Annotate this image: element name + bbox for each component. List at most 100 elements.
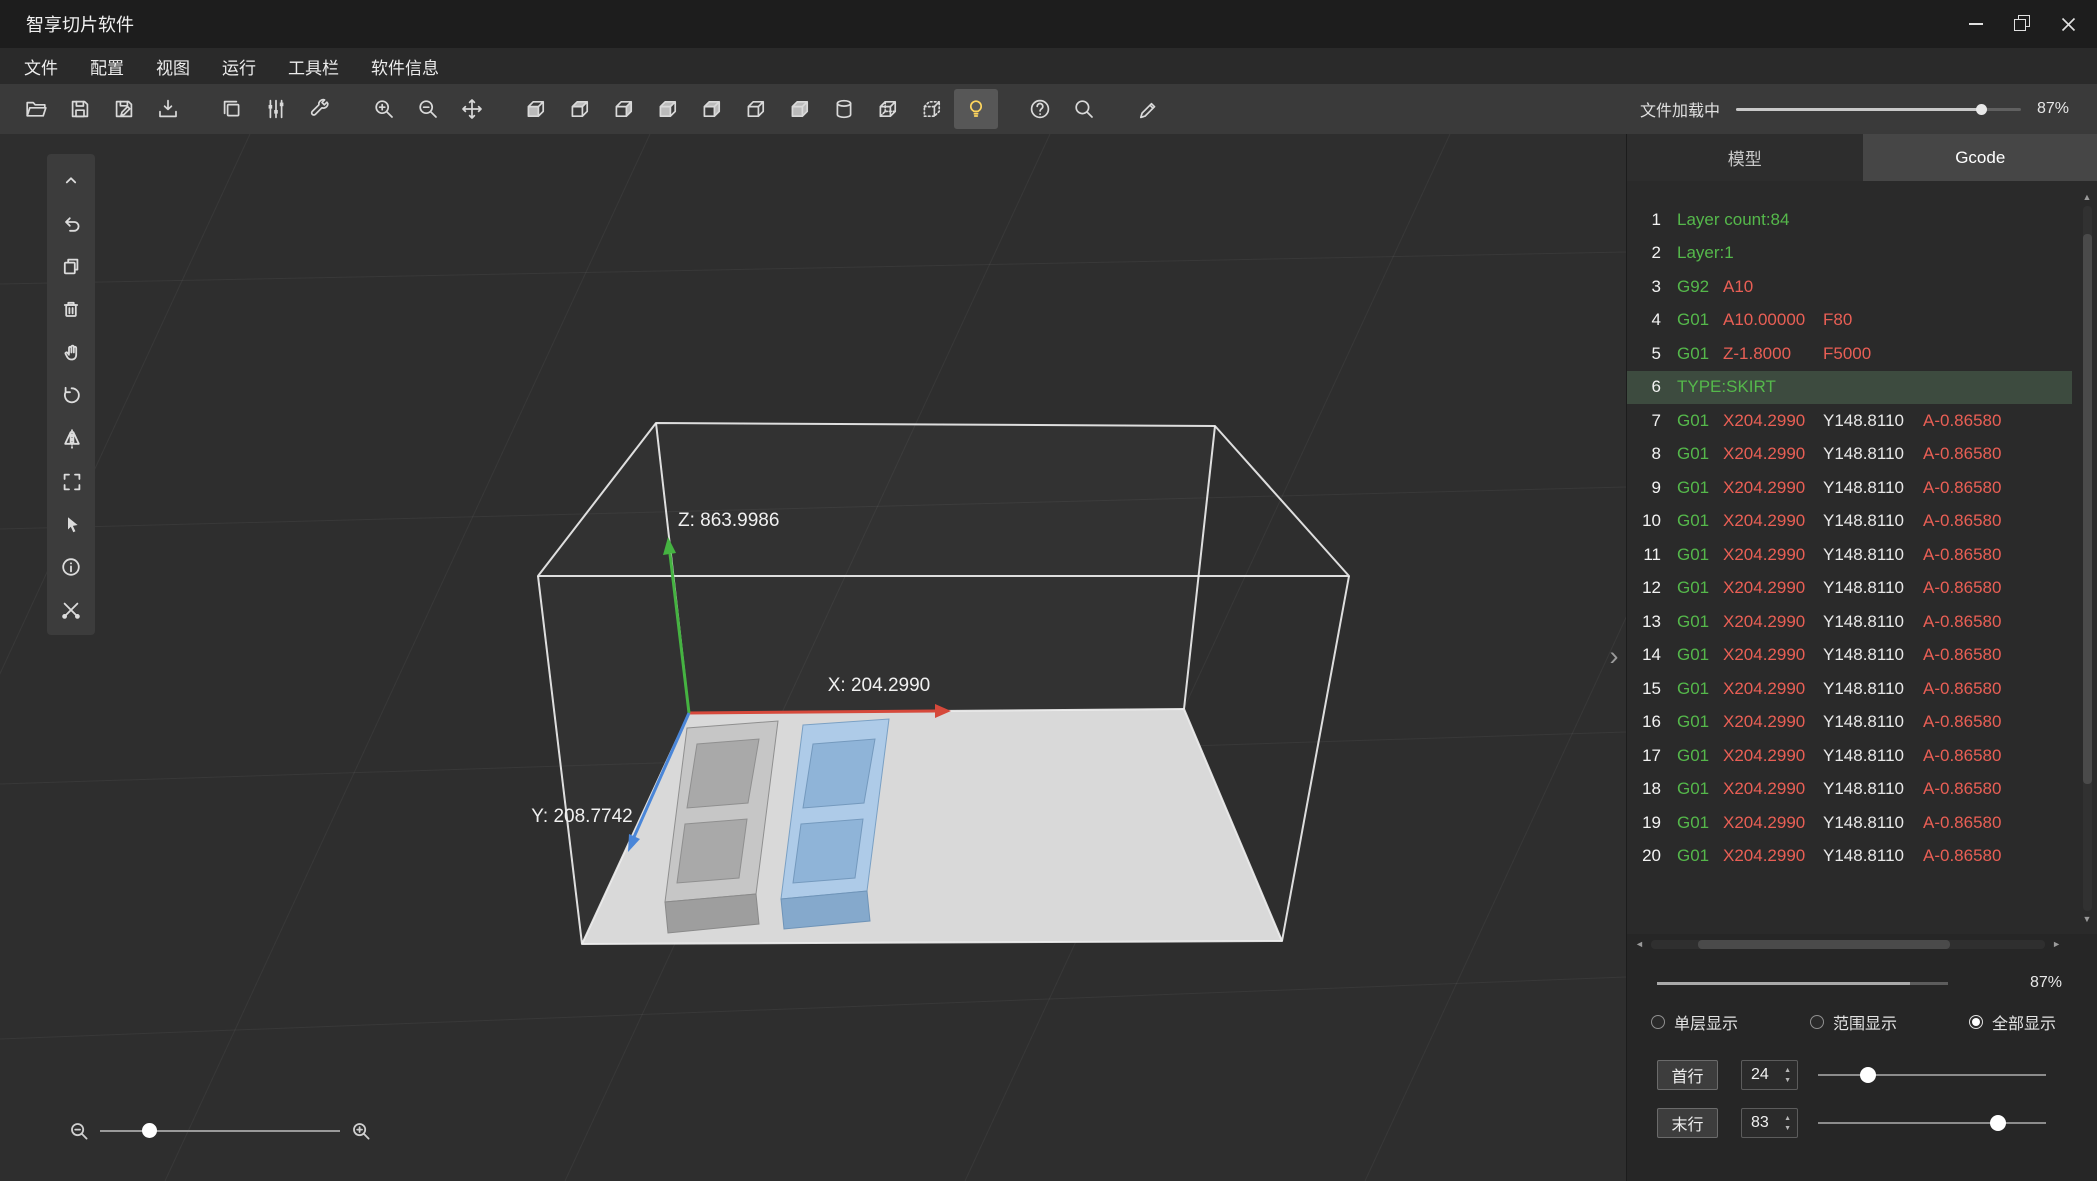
gcode-line[interactable]: 3G92A10	[1627, 270, 2072, 304]
tab-gcode[interactable]: Gcode	[1863, 134, 2097, 181]
view-front-button[interactable]	[514, 89, 558, 129]
pen-button[interactable]	[1126, 89, 1170, 129]
display-mode-option-2[interactable]: 范围显示	[1810, 1010, 1897, 1034]
menu-toolbar[interactable]: 工具栏	[272, 48, 355, 84]
gcode-line[interactable]: 20G01X204.2990Y148.8110A-0.86580	[1627, 840, 2072, 874]
first-line-stepper[interactable]: ▲▼	[1784, 1067, 1797, 1084]
viewport-zoom-handle[interactable]	[142, 1123, 157, 1138]
zoom-out-small-icon[interactable]	[68, 1120, 90, 1142]
save-button[interactable]	[58, 89, 102, 129]
gcode-line[interactable]: 13G01X204.2990Y148.8110A-0.86580	[1627, 605, 2072, 639]
first-line-spinner[interactable]: 24 ▲▼	[1741, 1060, 1798, 1090]
pan-button[interactable]	[47, 330, 95, 373]
cylinder-button[interactable]	[822, 89, 866, 129]
gcode-line[interactable]: 6TYPE:SKIRT	[1627, 371, 2072, 405]
tools-button[interactable]	[298, 89, 342, 129]
view-top-button[interactable]	[690, 89, 734, 129]
gcode-list[interactable]: 1Layer count:842Layer:13G92A104G01A10.00…	[1627, 203, 2072, 934]
menu-view[interactable]: 视图	[140, 48, 206, 84]
gcode-horizontal-scrollbar[interactable]: ◄ ►	[1627, 934, 2069, 954]
viewport-zoom-slider[interactable]	[100, 1130, 340, 1132]
first-line-slider-handle[interactable]	[1860, 1067, 1876, 1083]
stepper-down-icon[interactable]: ▼	[1784, 1125, 1791, 1132]
rotate-button[interactable]	[47, 373, 95, 416]
gcode-line[interactable]: 19G01X204.2990Y148.8110A-0.86580	[1627, 806, 2072, 840]
gcode-line[interactable]: 18G01X204.2990Y148.8110A-0.86580	[1627, 773, 2072, 807]
gcode-line[interactable]: 1Layer count:84	[1627, 203, 2072, 237]
help-button[interactable]	[1018, 89, 1062, 129]
scroll-left-icon[interactable]: ◄	[1635, 940, 1644, 949]
repair-button[interactable]	[47, 588, 95, 631]
delete-button[interactable]	[47, 287, 95, 330]
gcode-line[interactable]: 14G01X204.2990Y148.8110A-0.86580	[1627, 639, 2072, 673]
restore-button[interactable]	[1999, 0, 2045, 48]
first-line-button[interactable]: 首行	[1657, 1060, 1718, 1090]
horizontal-scroll-thumb[interactable]	[1698, 940, 1950, 949]
vertical-scroll-thumb[interactable]	[2083, 234, 2092, 784]
stepper-up-icon[interactable]: ▲	[1784, 1115, 1791, 1122]
first-line-value[interactable]: 24	[1742, 1066, 1784, 1084]
menu-file[interactable]: 文件	[8, 48, 74, 84]
zoom-out-button[interactable]	[406, 89, 450, 129]
display-mode-option-3[interactable]: 全部显示	[1969, 1010, 2056, 1034]
last-line-stepper[interactable]: ▲▼	[1784, 1115, 1797, 1132]
gcode-line[interactable]: 12G01X204.2990Y148.8110A-0.86580	[1627, 572, 2072, 606]
viewport-3d[interactable]: Z: 863.9986 X: 204.2990 Y: 208.7742	[0, 134, 1626, 1181]
light-button[interactable]	[954, 89, 998, 129]
last-line-value[interactable]: 83	[1742, 1114, 1784, 1132]
close-button[interactable]	[2045, 0, 2091, 48]
move-button[interactable]	[450, 89, 494, 129]
gcode-line[interactable]: 4G01A10.00000F80	[1627, 304, 2072, 338]
view-right-button[interactable]	[646, 89, 690, 129]
tab-model[interactable]: 模型	[1627, 134, 1863, 181]
duplicate-button[interactable]	[47, 244, 95, 287]
view-left-button[interactable]	[602, 89, 646, 129]
loading-progress-bar[interactable]	[1736, 108, 2021, 111]
last-line-slider[interactable]	[1818, 1108, 2046, 1138]
gcode-line[interactable]: 9G01X204.2990Y148.8110A-0.86580	[1627, 471, 2072, 505]
radio-icon[interactable]	[1969, 1015, 1983, 1029]
gcode-line[interactable]: 17G01X204.2990Y148.8110A-0.86580	[1627, 739, 2072, 773]
gcode-progress-bar[interactable]	[1657, 982, 1948, 985]
copy-object-button[interactable]	[210, 89, 254, 129]
scroll-up-icon[interactable]: ▲	[2083, 193, 2092, 202]
last-line-slider-track[interactable]	[1818, 1122, 2046, 1124]
gcode-vertical-scrollbar[interactable]: ▲ ▼	[2079, 193, 2095, 924]
gcode-line[interactable]: 7G01X204.2990Y148.8110A-0.86580	[1627, 404, 2072, 438]
select-button[interactable]	[47, 502, 95, 545]
radio-icon[interactable]	[1651, 1015, 1665, 1029]
cube-dots-button[interactable]	[910, 89, 954, 129]
menu-config[interactable]: 配置	[74, 48, 140, 84]
panel-collapse-button[interactable]: ›	[1602, 640, 1626, 672]
adjust-button[interactable]	[254, 89, 298, 129]
stepper-up-icon[interactable]: ▲	[1784, 1067, 1791, 1074]
gcode-line[interactable]: 8G01X204.2990Y148.8110A-0.86580	[1627, 438, 2072, 472]
title-bar[interactable]: 智享切片软件	[0, 0, 2097, 48]
gcode-line[interactable]: 5G01Z-1.8000F5000	[1627, 337, 2072, 371]
minimize-button[interactable]	[1953, 0, 1999, 48]
view-iso-button[interactable]	[778, 89, 822, 129]
first-line-slider[interactable]	[1818, 1060, 2046, 1090]
gcode-line[interactable]: 2Layer:1	[1627, 237, 2072, 271]
find-button[interactable]	[1062, 89, 1106, 129]
zoom-in-small-icon[interactable]	[350, 1120, 372, 1142]
scroll-up-button[interactable]	[47, 158, 95, 201]
scene-canvas[interactable]: Z: 863.9986 X: 204.2990 Y: 208.7742	[0, 134, 1626, 1181]
gcode-line[interactable]: 15G01X204.2990Y148.8110A-0.86580	[1627, 672, 2072, 706]
save-as-button[interactable]	[102, 89, 146, 129]
last-line-slider-handle[interactable]	[1990, 1115, 2006, 1131]
radio-icon[interactable]	[1810, 1015, 1824, 1029]
first-line-slider-track[interactable]	[1818, 1074, 2046, 1076]
loading-progress-thumb[interactable]	[1976, 104, 1987, 115]
view-bottom-button[interactable]	[734, 89, 778, 129]
last-line-spinner[interactable]: 83 ▲▼	[1741, 1108, 1798, 1138]
open-button[interactable]	[14, 89, 58, 129]
scroll-down-icon[interactable]: ▼	[2083, 915, 2092, 924]
gcode-line[interactable]: 16G01X204.2990Y148.8110A-0.86580	[1627, 706, 2072, 740]
view-back-button[interactable]	[558, 89, 602, 129]
fit-view-button[interactable]	[47, 459, 95, 502]
scroll-right-icon[interactable]: ►	[2052, 940, 2061, 949]
cube-wire-button[interactable]	[866, 89, 910, 129]
menu-run[interactable]: 运行	[206, 48, 272, 84]
stepper-down-icon[interactable]: ▼	[1784, 1077, 1791, 1084]
